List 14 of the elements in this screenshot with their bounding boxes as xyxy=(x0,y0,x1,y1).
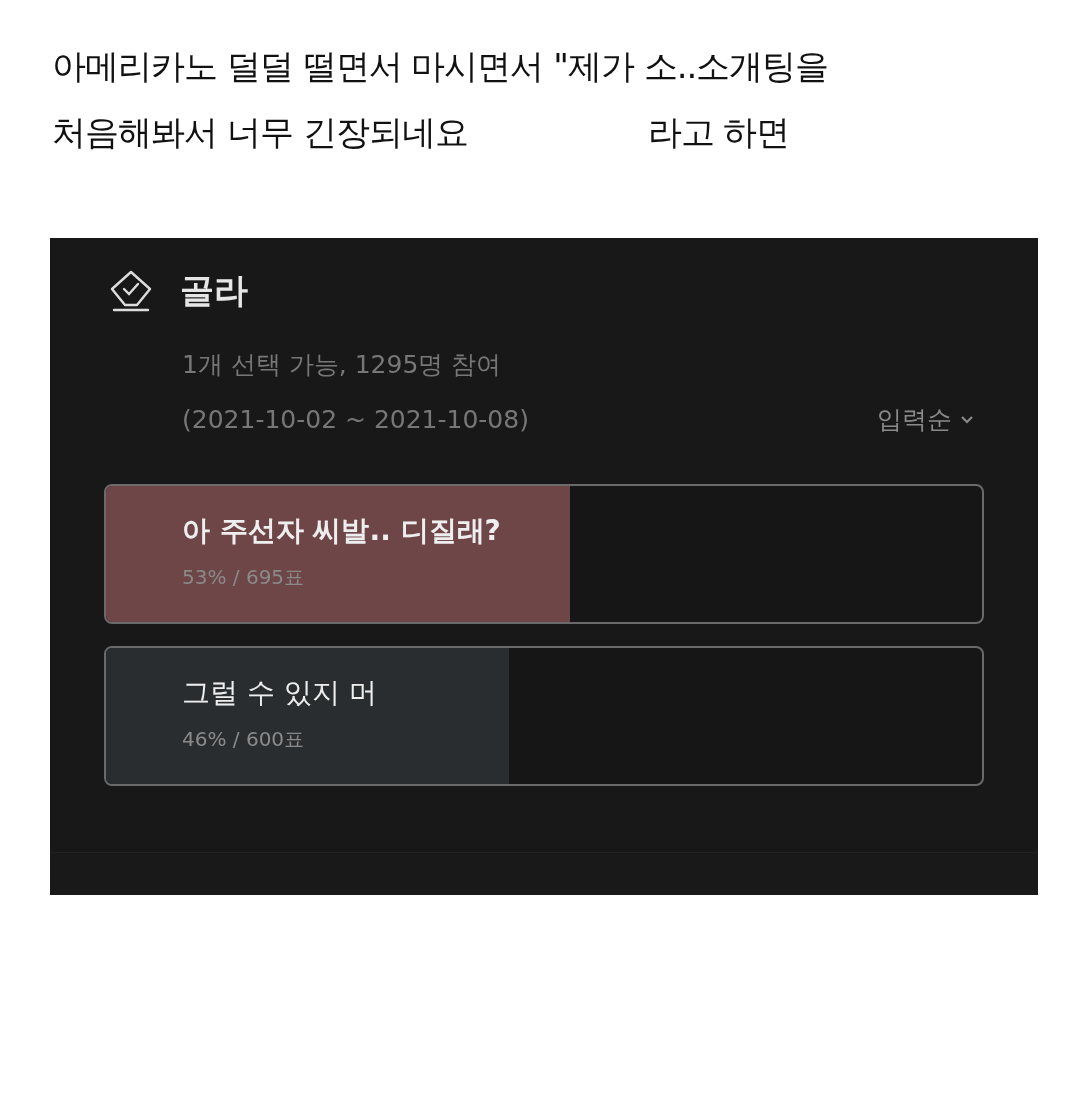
poll-title: 골라 xyxy=(180,269,248,312)
poll-option[interactable]: 아 주선자 씨발.. 디질래? 53% / 695표 xyxy=(104,484,984,624)
caption-text: 아메리카노 덜덜 떨면서 마시면서 "제가 소..소개팅을 xyxy=(52,45,829,88)
poll-option[interactable]: 그럴 수 있지 머 46% / 600표 xyxy=(104,646,984,786)
caption-text: 라고 하면 xyxy=(647,111,790,154)
option-label: 그럴 수 있지 머 xyxy=(182,675,378,711)
poll-period: (2021-10-02 ~ 2021-10-08) xyxy=(182,405,529,434)
poll-meta: 1개 선택 가능, 1295명 참여 xyxy=(182,349,503,381)
vote-result: 46% / 600표 xyxy=(182,726,306,753)
option-label: 아 주선자 씨발.. 디질래? xyxy=(182,513,502,549)
sort-dropdown[interactable]: 입력순 xyxy=(877,403,974,436)
caption-text: 처음해봐서 너무 긴장되네요 xyxy=(52,111,468,154)
chevron-icon xyxy=(960,414,974,425)
vote-result: 53% / 695표 xyxy=(182,564,306,591)
